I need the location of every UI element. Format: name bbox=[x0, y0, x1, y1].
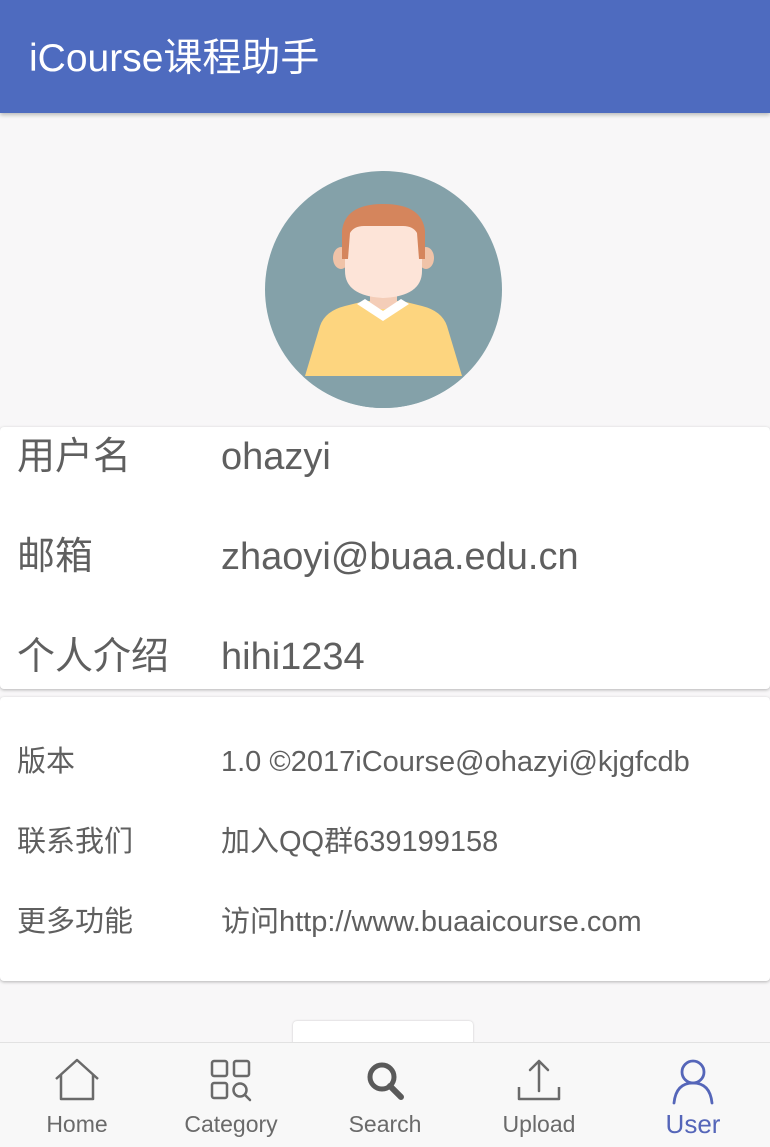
category-icon bbox=[210, 1059, 252, 1102]
version-label: 版本 bbox=[17, 746, 76, 778]
contact-label: 联系我们 bbox=[17, 826, 134, 858]
contact-value[interactable]: 加入QQ群639199158 bbox=[221, 820, 498, 864]
profile-card: 用户名 ohazyi 邮箱 zhaoyi@buaa.edu.cn 个人介绍 hi… bbox=[0, 427, 770, 689]
bio-label: 个人介绍 bbox=[17, 636, 170, 678]
nav-category[interactable]: Category bbox=[154, 1043, 308, 1147]
email-label: 邮箱 bbox=[17, 536, 94, 578]
app-bar: iCourse课程助手 bbox=[0, 0, 770, 113]
home-icon bbox=[55, 1058, 99, 1101]
user-avatar-icon[interactable] bbox=[265, 171, 502, 408]
username-value: ohazyi bbox=[221, 436, 331, 478]
username-label: 用户名 bbox=[17, 436, 132, 478]
profile-row-username: 用户名 ohazyi bbox=[0, 427, 770, 487]
user-icon bbox=[672, 1059, 714, 1105]
search-icon bbox=[367, 1062, 404, 1100]
bottom-nav: Home Category Search Upload User bbox=[0, 1042, 770, 1147]
nav-search-label: Search bbox=[348, 1111, 422, 1137]
app-title: iCourse课程助手 bbox=[29, 37, 320, 80]
info-row-contact: 联系我们 加入QQ群639199158 bbox=[0, 820, 770, 864]
upload-icon bbox=[517, 1059, 561, 1101]
nav-home[interactable]: Home bbox=[0, 1043, 154, 1147]
more-features-label: 更多功能 bbox=[17, 906, 134, 938]
nav-user[interactable]: User bbox=[616, 1043, 770, 1147]
profile-row-bio: 个人介绍 hihi1234 bbox=[0, 627, 770, 687]
profile-row-email: 邮箱 zhaoyi@buaa.edu.cn bbox=[0, 527, 770, 587]
nav-upload-label: Upload bbox=[502, 1111, 576, 1137]
more-features-link[interactable]: 访问http://www.buaaicourse.com bbox=[221, 900, 642, 944]
nav-category-label: Category bbox=[184, 1111, 278, 1137]
info-row-more: 更多功能 访问http://www.buaaicourse.com bbox=[0, 900, 770, 944]
info-card: 版本 1.0 ©2017iCourse@ohazyi@kjgfcdb 联系我们 … bbox=[0, 697, 770, 981]
email-value: zhaoyi@buaa.edu.cn bbox=[221, 536, 579, 578]
nav-user-label: User bbox=[665, 1109, 721, 1139]
version-value: 1.0 ©2017iCourse@ohazyi@kjgfcdb bbox=[221, 746, 690, 778]
nav-search[interactable]: Search bbox=[308, 1043, 462, 1147]
bio-value: hihi1234 bbox=[221, 636, 365, 678]
nav-upload[interactable]: Upload bbox=[462, 1043, 616, 1147]
nav-home-label: Home bbox=[46, 1111, 108, 1137]
info-row-version: 版本 1.0 ©2017iCourse@ohazyi@kjgfcdb bbox=[0, 740, 770, 784]
